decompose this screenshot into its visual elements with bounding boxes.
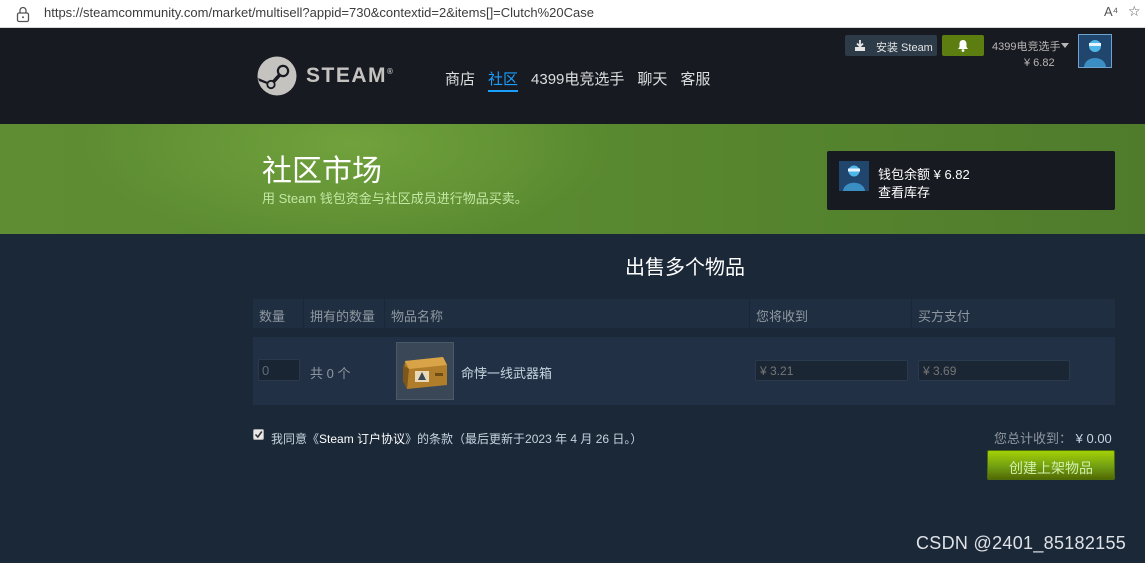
download-icon: [855, 40, 865, 51]
column-owned: 拥有的数量: [304, 299, 384, 328]
browser-address-bar: https://steamcommunity.com/market/multis…: [0, 0, 1145, 28]
install-steam-label: 安装 Steam: [876, 42, 933, 54]
owned-count: 共 0 个: [310, 366, 351, 381]
steam-wordmark[interactable]: STEAM®: [306, 64, 393, 88]
main-nav: 商店 社区 4399电竞选手 聊天 客服: [445, 68, 710, 92]
table-row: 共 0 个 命悖一线武器箱: [253, 337, 1115, 405]
quantity-input[interactable]: [258, 359, 300, 381]
subscriber-agreement-link[interactable]: Steam 订户协议: [319, 432, 405, 446]
column-you-receive: 您将收到: [750, 299, 911, 328]
watermark: CSDN @2401_85182155: [916, 533, 1127, 553]
create-listings-button[interactable]: 创建上架物品: [987, 450, 1115, 480]
nav-store[interactable]: 商店: [445, 68, 475, 92]
item-name[interactable]: 命悖一线武器箱: [461, 363, 552, 382]
case-icon: [397, 343, 453, 399]
wallet-balance: 钱包余额 ¥ 6.82: [878, 167, 970, 182]
install-steam-button[interactable]: 安装 Steam: [845, 35, 937, 56]
market-subtitle: 用 Steam 钱包资金与社区成员进行物品买卖。: [262, 191, 528, 206]
you-receive-input[interactable]: [755, 360, 908, 381]
bell-icon: [958, 40, 968, 52]
avatar[interactable]: [1078, 34, 1112, 68]
checkmark-icon: [254, 431, 263, 439]
view-inventory-link[interactable]: 查看库存: [878, 182, 930, 201]
steam-logo-icon[interactable]: [257, 56, 297, 96]
total-receive: 您总计收到： ¥ 0.00: [994, 431, 1112, 446]
read-aloud-icon[interactable]: A⁴: [1104, 4, 1118, 19]
wallet-avatar: [839, 161, 869, 191]
market-banner: 社区市场 用 Steam 钱包资金与社区成员进行物品买卖。 钱包余额 ¥ 6.8…: [0, 124, 1145, 234]
avatar-image: [839, 161, 869, 191]
wallet-panel: 钱包余额 ¥ 6.82 查看库存: [827, 151, 1115, 210]
nav-chat[interactable]: 聊天: [637, 68, 667, 92]
total-value: ¥ 0.00: [1075, 431, 1112, 446]
steam-header: STEAM® 商店 社区 4399电竞选手 聊天 客服 安装 Steam 439…: [0, 28, 1145, 124]
nav-community[interactable]: 社区: [488, 68, 519, 92]
buyer-pays-input[interactable]: [918, 360, 1070, 381]
page-title: 社区市场: [262, 155, 382, 188]
nav-support[interactable]: 客服: [680, 68, 710, 92]
account-dropdown-caret-icon[interactable]: [1061, 43, 1069, 48]
column-item-name: 物品名称: [385, 299, 749, 328]
favorite-star-icon[interactable]: ☆: [1128, 3, 1141, 20]
account-name[interactable]: 4399电竞选手: [992, 38, 1060, 54]
table-header: 数量 拥有的数量 物品名称 您将收到 买方支付: [253, 299, 1115, 328]
notifications-button[interactable]: [942, 35, 984, 56]
multisell-heading: 出售多个物品: [625, 257, 745, 279]
avatar-image: [1079, 35, 1111, 67]
account-balance: ¥ 6.82: [1024, 57, 1055, 69]
column-buyer-pays: 买方支付: [912, 299, 1115, 328]
nav-profile[interactable]: 4399电竞选手: [531, 68, 624, 92]
column-quantity: 数量: [253, 299, 303, 328]
lock-icon[interactable]: [15, 5, 31, 23]
agreement-checkbox[interactable]: [253, 429, 264, 440]
item-image[interactable]: [396, 342, 454, 400]
url-field[interactable]: https://steamcommunity.com/market/multis…: [44, 5, 594, 20]
agreement-text: 我同意《Steam 订户协议》的条款（最后更新于2023 年 4 月 26 日。…: [271, 432, 643, 446]
